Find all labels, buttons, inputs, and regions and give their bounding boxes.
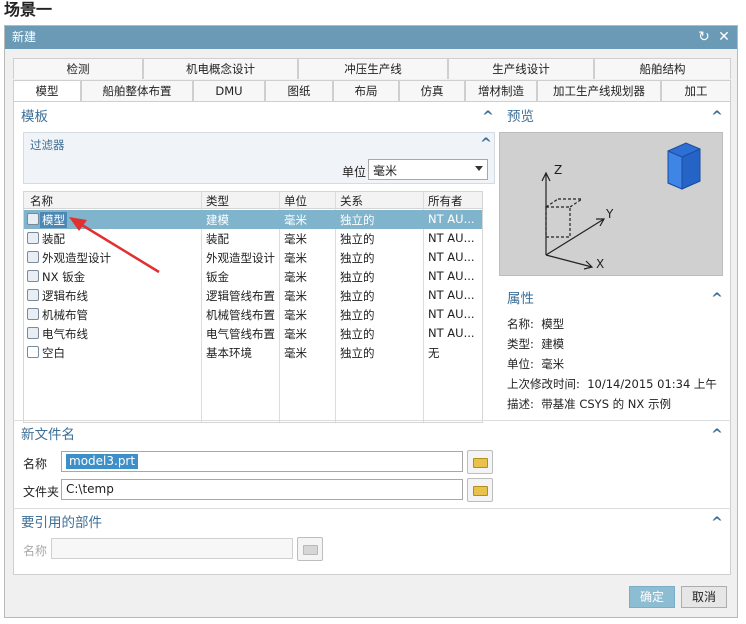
properties-title: 属性 bbox=[507, 291, 534, 307]
table-header: 名称 类型 单位 关系 所有者 bbox=[24, 192, 482, 209]
filter-box: 过滤器 ^ 单位 毫米 bbox=[23, 132, 495, 184]
file-name-value: model3.prt bbox=[66, 454, 139, 469]
file-name-input[interactable]: model3.prt bbox=[61, 451, 463, 472]
tab-dmu[interactable]: DMU bbox=[193, 80, 265, 101]
preview-collapse-icon[interactable]: ^ bbox=[709, 109, 725, 125]
tab-press-line[interactable]: 冲压生产线 bbox=[298, 58, 448, 79]
table-row[interactable]: 电气布线 电气管线布置 毫米 独立的 NT AU... bbox=[24, 324, 482, 343]
dialog-title: 新建 bbox=[12, 30, 37, 44]
tab-simulation[interactable]: 仿真 bbox=[399, 80, 465, 101]
tab-additive[interactable]: 增材制造 bbox=[465, 80, 537, 101]
tab-layout[interactable]: 布局 bbox=[333, 80, 399, 101]
folder-icon bbox=[473, 458, 488, 468]
tab-ship-layout[interactable]: 船舶整体布置 bbox=[81, 80, 193, 101]
model-icon bbox=[27, 213, 39, 225]
folder-icon bbox=[473, 486, 488, 496]
folder-input[interactable]: C:\temp bbox=[61, 479, 463, 500]
referenced-collapse-icon[interactable]: ^ bbox=[709, 515, 725, 531]
sheet-metal-icon bbox=[27, 270, 39, 282]
table-row[interactable]: 逻辑布线 逻辑管线布置 毫米 独立的 NT AU... bbox=[24, 286, 482, 305]
tab-machining[interactable]: 加工 bbox=[661, 80, 731, 101]
tab-model[interactable]: 模型 bbox=[13, 80, 81, 101]
electrical-routing-icon bbox=[27, 327, 39, 339]
axis-y-label: Y bbox=[606, 207, 614, 221]
csys-axes-icon bbox=[541, 142, 701, 270]
browse-folder-button[interactable] bbox=[467, 478, 493, 502]
axis-z-label: Z bbox=[554, 163, 563, 177]
browse-referenced-button[interactable] bbox=[297, 537, 323, 561]
new-file-title: 新文件名 bbox=[21, 427, 75, 443]
col-relation[interactable]: 关系 bbox=[340, 193, 363, 209]
divider bbox=[13, 508, 731, 509]
title-bar: 新建 ↻ ✕ bbox=[5, 26, 737, 49]
shape-design-icon bbox=[27, 251, 39, 263]
folder-label: 文件夹 bbox=[23, 485, 60, 499]
mechanical-routing-icon bbox=[27, 308, 39, 320]
prop-type: 类型: 建模 bbox=[507, 337, 565, 351]
new-file-dialog: 新建 ↻ ✕ 检测 机电概念设计 冲压生产线 生产线设计 船舶结构 模型 船舶整… bbox=[4, 25, 738, 618]
divider bbox=[13, 420, 731, 421]
table-row[interactable]: 空白 基本环境 毫米 独立的 无 bbox=[24, 343, 482, 362]
templates-collapse-icon[interactable]: ^ bbox=[480, 109, 496, 125]
refresh-icon[interactable]: ↻ bbox=[695, 28, 713, 46]
prop-name: 名称: 模型 bbox=[507, 317, 565, 331]
axis-x-label: X bbox=[596, 257, 605, 271]
tab-line-design[interactable]: 生产线设计 bbox=[448, 58, 594, 79]
referenced-name-input[interactable] bbox=[51, 538, 293, 559]
filter-title: 过滤器 bbox=[30, 138, 65, 152]
col-name[interactable]: 名称 bbox=[30, 193, 53, 209]
tab-inspection[interactable]: 检测 bbox=[13, 58, 143, 79]
preview-image: Z Y X bbox=[499, 132, 723, 276]
properties-collapse-icon[interactable]: ^ bbox=[709, 291, 725, 307]
tab-drawing[interactable]: 图纸 bbox=[265, 80, 333, 101]
filter-collapse-icon[interactable]: ^ bbox=[478, 136, 494, 152]
referenced-name-label: 名称 bbox=[23, 544, 48, 558]
preview-title: 预览 bbox=[507, 109, 534, 125]
browse-name-button[interactable] bbox=[467, 450, 493, 474]
table-row[interactable]: 机械布管 机械管线布置 毫米 独立的 NT AU... bbox=[24, 305, 482, 324]
annotation-arrow-icon bbox=[69, 217, 160, 274]
close-icon[interactable]: ✕ bbox=[715, 28, 733, 46]
unit-select-value: 毫米 bbox=[373, 164, 398, 178]
chevron-down-icon bbox=[475, 166, 483, 171]
folder-icon bbox=[303, 545, 318, 555]
blank-file-icon bbox=[27, 346, 39, 358]
assembly-icon bbox=[27, 232, 39, 244]
logical-routing-icon bbox=[27, 289, 39, 301]
folder-value: C:\temp bbox=[66, 482, 114, 496]
unit-select[interactable]: 毫米 bbox=[368, 159, 488, 180]
scene-title: 场景一 bbox=[4, 0, 53, 19]
tab-machining-line[interactable]: 加工生产线规划器 bbox=[537, 80, 661, 101]
col-unit[interactable]: 单位 bbox=[284, 193, 307, 209]
referenced-parts-title: 要引用的部件 bbox=[21, 515, 102, 531]
tab-ship-structure[interactable]: 船舶结构 bbox=[594, 58, 731, 79]
cancel-button[interactable]: 取消 bbox=[681, 586, 727, 608]
prop-modified: 上次修改时间: 10/14/2015 01:34 上午 bbox=[507, 377, 717, 391]
unit-label: 单位 bbox=[342, 165, 367, 179]
prop-description: 描述: 带基准 CSYS 的 NX 示例 bbox=[507, 397, 671, 411]
file-name-label: 名称 bbox=[23, 457, 48, 471]
new-file-collapse-icon[interactable]: ^ bbox=[709, 427, 725, 443]
col-type[interactable]: 类型 bbox=[206, 193, 229, 209]
col-owner[interactable]: 所有者 bbox=[428, 193, 463, 209]
tab-mechatronics[interactable]: 机电概念设计 bbox=[143, 58, 298, 79]
templates-title: 模板 bbox=[21, 109, 48, 125]
ok-button[interactable]: 确定 bbox=[629, 586, 675, 608]
prop-unit: 单位: 毫米 bbox=[507, 357, 565, 371]
